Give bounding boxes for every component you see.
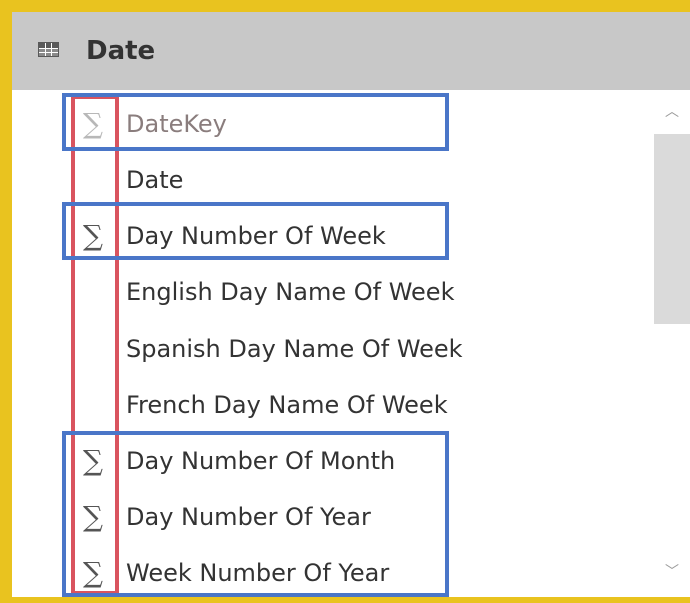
sigma-icon: [78, 321, 108, 377]
sigma-icon: ∑: [83, 444, 103, 477]
sigma-icon: ∑: [83, 500, 103, 533]
scroll-thumb[interactable]: [654, 134, 690, 324]
field-list: ∑ DateKey Date ∑ Day Number Of Week Engl…: [12, 90, 652, 597]
sigma-icon: [78, 152, 108, 208]
sigma-icon: ∑: [83, 219, 103, 252]
field-label: Day Number Of Week: [126, 222, 386, 250]
sigma-icon: ∑: [83, 107, 103, 140]
vertical-scrollbar[interactable]: ︿ ﹀: [652, 90, 690, 597]
field-item-day-number-of-month[interactable]: ∑ Day Number Of Month: [12, 433, 652, 489]
table-icon: [38, 42, 59, 57]
field-label: Day Number Of Year: [126, 503, 371, 531]
scroll-up-arrow-icon[interactable]: ︿: [662, 102, 682, 122]
field-item-day-number-of-week[interactable]: ∑ Day Number Of Week: [12, 208, 652, 264]
field-item-french-day-name-of-week[interactable]: French Day Name Of Week: [12, 377, 652, 433]
field-item-datekey[interactable]: ∑ DateKey: [12, 96, 652, 152]
table-header[interactable]: Date: [12, 12, 690, 90]
field-label: English Day Name Of Week: [126, 278, 455, 306]
field-item-english-day-name-of-week[interactable]: English Day Name Of Week: [12, 264, 652, 320]
table-title: Date: [86, 36, 156, 66]
field-label: Day Number Of Month: [126, 447, 396, 475]
field-label: Week Number Of Year: [126, 559, 390, 587]
field-item-date[interactable]: Date: [12, 152, 652, 208]
scroll-down-arrow-icon[interactable]: ﹀: [662, 562, 682, 582]
field-item-day-number-of-year[interactable]: ∑ Day Number Of Year: [12, 489, 652, 545]
field-label: DateKey: [126, 110, 227, 138]
field-item-week-number-of-year[interactable]: ∑ Week Number Of Year: [12, 545, 652, 601]
field-label: Date: [126, 166, 184, 194]
sigma-icon: [78, 377, 108, 433]
sigma-icon: [78, 264, 108, 320]
field-label: Spanish Day Name Of Week: [126, 335, 463, 363]
field-item-spanish-day-name-of-week[interactable]: Spanish Day Name Of Week: [12, 321, 652, 377]
field-label: French Day Name Of Week: [126, 391, 448, 419]
sigma-icon: ∑: [83, 556, 103, 589]
